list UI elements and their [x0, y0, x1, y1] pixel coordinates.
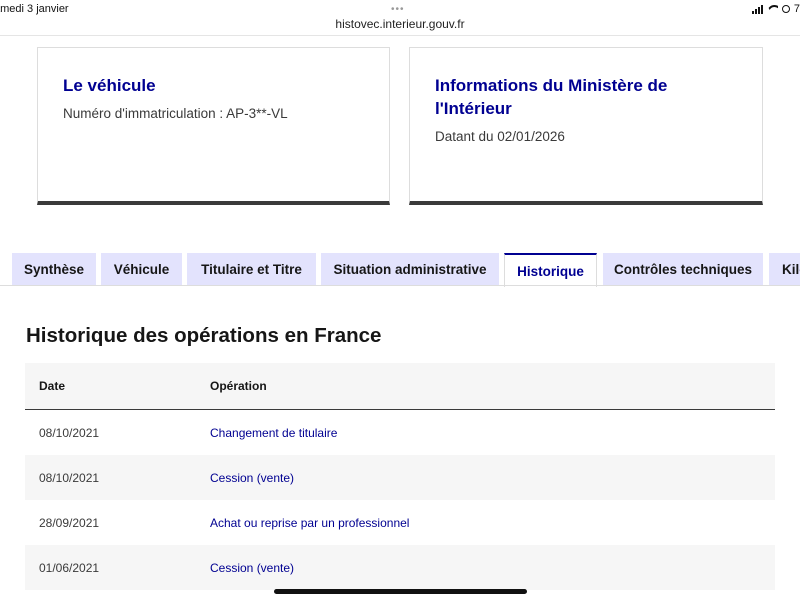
address-bar-url[interactable]: histovec.interieur.gouv.fr — [0, 17, 800, 31]
ministry-card: Informations du Ministère de l'Intérieur… — [409, 47, 763, 205]
status-icons: 7 — [751, 3, 800, 15]
row-operation: Achat ou reprise par un professionnel — [210, 515, 410, 530]
column-header-date: Date — [39, 379, 66, 393]
ministry-card-title: Informations du Ministère de l'Intérieur — [435, 76, 668, 118]
tab-situation-administrative[interactable]: Situation administrative — [321, 253, 499, 285]
table-row: 01/06/2021 Cession (vente) — [25, 545, 775, 590]
tab-titulaire-titre[interactable]: Titulaire et Titre — [187, 253, 316, 285]
report-date: Datant du 02/01/2026 — [435, 129, 565, 144]
home-indicator[interactable] — [274, 589, 527, 594]
row-date: 28/09/2021 — [39, 515, 100, 530]
tab-overview-dots[interactable]: ••• — [391, 4, 405, 15]
vehicle-card: Le véhicule Numéro d'immatriculation : A… — [37, 47, 390, 205]
tab-vehicule[interactable]: Véhicule — [101, 253, 182, 285]
cellular-signal-icon — [751, 4, 763, 14]
history-table: Date Opération 08/10/2021 Changement de … — [25, 363, 775, 590]
column-header-operation: Opération — [210, 379, 267, 393]
row-date: 08/10/2021 — [39, 470, 100, 485]
vehicle-card-title: Le véhicule — [63, 76, 156, 95]
tab-bar: Synthèse Véhicule Titulaire et Titre Sit… — [0, 253, 800, 287]
page: amedi 3 janvier ••• histovec.interieur.g… — [0, 0, 800, 600]
tab-kilometrage[interactable]: Kilo — [769, 253, 800, 285]
tab-panel-border — [0, 285, 800, 286]
battery-level: 7 — [793, 3, 800, 15]
row-operation: Cession (vente) — [210, 560, 295, 575]
table-header: Date Opération — [25, 363, 775, 410]
page-title: Historique des opérations en France — [26, 324, 382, 347]
registration-number: Numéro d'immatriculation : AP-3**-VL — [63, 106, 288, 121]
table-row: 08/10/2021 Changement de titulaire — [25, 410, 775, 455]
row-date: 08/10/2021 — [39, 425, 100, 440]
toolbar-divider — [0, 35, 800, 36]
tab-controles-techniques[interactable]: Contrôles techniques — [603, 253, 763, 285]
row-date: 01/06/2021 — [39, 560, 100, 575]
status-datetime: amedi 3 janvier — [0, 3, 69, 15]
tab-historique[interactable]: Historique — [504, 253, 597, 287]
row-operation: Cession (vente) — [210, 470, 295, 485]
table-row: 28/09/2021 Achat ou reprise par un profe… — [25, 500, 775, 545]
table-row: 08/10/2021 Cession (vente) — [25, 455, 775, 500]
wifi-icon — [767, 5, 778, 14]
orientation-lock-icon — [781, 5, 790, 13]
status-bar: amedi 3 janvier ••• histovec.interieur.g… — [0, 0, 800, 36]
tab-synthese[interactable]: Synthèse — [12, 253, 96, 285]
row-operation: Changement de titulaire — [210, 425, 338, 440]
